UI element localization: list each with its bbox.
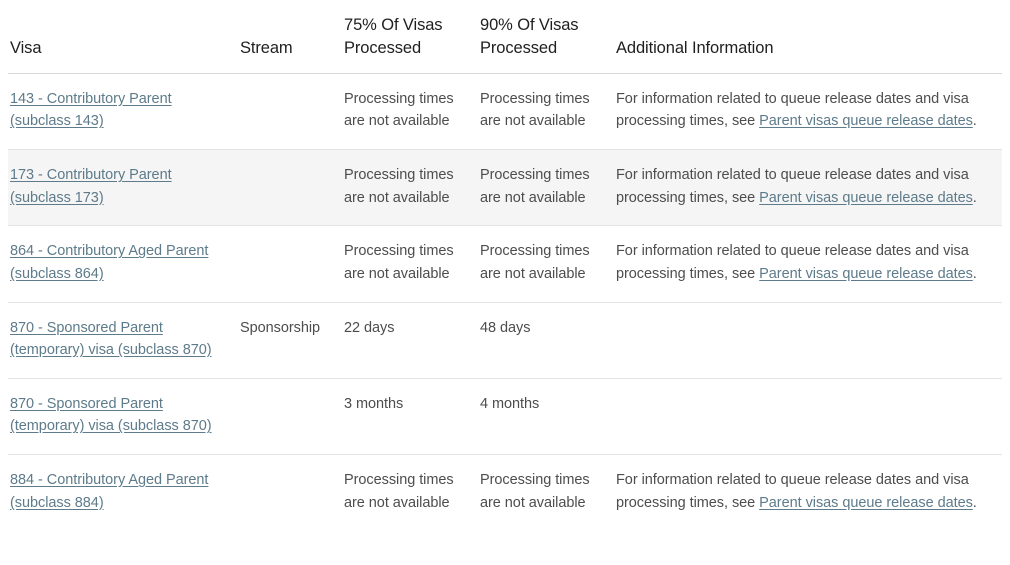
cell-75-percent-processed: 3 months: [342, 378, 478, 455]
visa-processing-times-table: Visa Stream 75% Of Visas Processed 90% O…: [8, 0, 1002, 530]
cell-additional-information: For information related to queue release…: [614, 225, 1002, 303]
additional-information-empty: [616, 393, 998, 394]
cell-stream: [238, 149, 342, 227]
queue-release-dates-link[interactable]: Parent visas queue release dates: [759, 190, 973, 206]
cell-75-percent-processed: Processing times are not available: [344, 471, 454, 511]
cell-visa: 173 - Contributory Parent (subclass 173): [8, 149, 238, 227]
column-header-additional-information: Additional Information: [614, 0, 1002, 74]
table-row: 884 - Contributory Aged Parent (subclass…: [8, 454, 1002, 530]
visa-link[interactable]: 173 - Contributory Parent (subclass 173): [10, 167, 172, 206]
cell-additional-information: For information related to queue release…: [614, 149, 1002, 227]
cell-visa: 143 - Contributory Parent (subclass 143): [8, 73, 238, 151]
cell-90-percent-processed: Processing times are not available: [478, 225, 614, 303]
additional-information-suffix: .: [972, 494, 977, 511]
cell-stream: Sponsorship: [238, 302, 342, 379]
table-header: Visa Stream 75% Of Visas Processed 90% O…: [8, 0, 1002, 74]
additional-information-suffix: .: [972, 265, 977, 282]
visa-link[interactable]: 143 - Contributory Parent (subclass 143): [10, 91, 172, 130]
table-row: 143 - Contributory Parent (subclass 143)…: [8, 73, 1002, 151]
column-header-visa: Visa: [8, 0, 238, 74]
cell-90-percent-processed: 48 days: [478, 302, 614, 379]
visa-link[interactable]: 884 - Contributory Aged Parent (subclass…: [10, 472, 208, 511]
cell-75-percent-processed: Processing times are not available: [342, 225, 478, 303]
queue-release-dates-link[interactable]: Parent visas queue release dates: [759, 495, 973, 511]
additional-information-suffix: .: [972, 189, 977, 206]
queue-release-dates-link[interactable]: Parent visas queue release dates: [759, 266, 973, 282]
column-header-90-percent: 90% Of Visas Processed: [478, 0, 614, 74]
table-body: 143 - Contributory Parent (subclass 143)…: [8, 73, 1002, 530]
visa-link[interactable]: 870 - Sponsored Parent (temporary) visa …: [10, 320, 212, 359]
cell-stream: [238, 225, 342, 303]
cell-stream: [238, 73, 342, 151]
visa-processing-times-table-container: Visa Stream 75% Of Visas Processed 90% O…: [0, 0, 1010, 530]
table-row: 173 - Contributory Parent (subclass 173)…: [8, 149, 1002, 227]
cell-75-percent-processed: 22 days: [342, 302, 478, 379]
cell-additional-information: [614, 302, 1002, 379]
cell-90-percent-processed: Processing times are not available: [478, 73, 614, 151]
cell-75-percent-processed: Processing times are not available: [342, 73, 478, 151]
cell-90-percent-processed: Processing times are not available: [480, 471, 590, 511]
column-header-stream: Stream: [238, 0, 342, 74]
visa-link[interactable]: 870 - Sponsored Parent (temporary) visa …: [10, 396, 212, 435]
queue-release-dates-link[interactable]: Parent visas queue release dates: [759, 113, 973, 129]
additional-information-empty: [616, 317, 998, 318]
table-row: 864 - Contributory Aged Parent (subclass…: [8, 225, 1002, 303]
cell-stream: [238, 378, 342, 455]
visa-link[interactable]: 864 - Contributory Aged Parent (subclass…: [10, 243, 208, 282]
table-row: 870 - Sponsored Parent (temporary) visa …: [8, 302, 1002, 379]
cell-visa: 864 - Contributory Aged Parent (subclass…: [8, 225, 238, 303]
cell-additional-information: [614, 378, 1002, 455]
table-header-row: Visa Stream 75% Of Visas Processed 90% O…: [8, 0, 1002, 74]
cell-visa: 884 - Contributory Aged Parent (subclass…: [8, 454, 238, 530]
cell-75-percent-processed: Processing times are not available: [342, 149, 478, 227]
cell-visa: 870 - Sponsored Parent (temporary) visa …: [8, 302, 238, 379]
cell-90-percent-processed: Processing times are not available: [478, 149, 614, 227]
cell-additional-information: For information related to queue release…: [614, 454, 1002, 530]
cell-stream: [238, 454, 342, 530]
table-row: 870 - Sponsored Parent (temporary) visa …: [8, 378, 1002, 455]
cell-90-percent-processed: 4 months: [478, 378, 614, 455]
column-header-75-percent: 75% Of Visas Processed: [342, 0, 478, 74]
cell-visa: 870 - Sponsored Parent (temporary) visa …: [8, 378, 238, 455]
cell-additional-information: For information related to queue release…: [614, 73, 1002, 151]
additional-information-suffix: .: [972, 113, 977, 130]
